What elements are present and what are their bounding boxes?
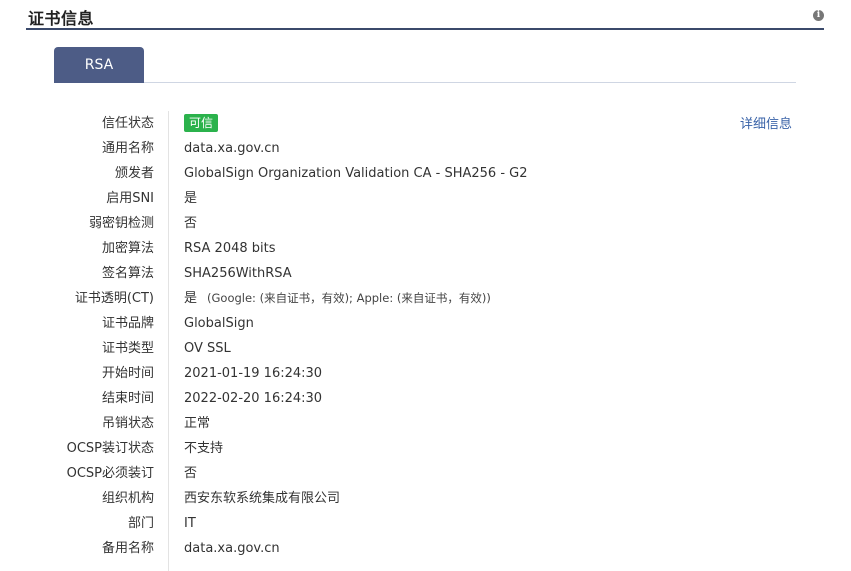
row-ocsp-stapling: OCSP装订状态 不支持 <box>54 436 744 461</box>
row-common-name: 通用名称 data.xa.gov.cn <box>54 136 744 161</box>
row-department: 部门 IT <box>54 511 744 536</box>
brand-value: GlobalSign <box>184 316 254 331</box>
row-organization: 组织机构 西安东软系统集成有限公司 <box>54 486 744 511</box>
signature-label: 签名算法 <box>101 266 154 281</box>
ct-value: 是 <box>184 291 198 306</box>
start-time-label: 开始时间 <box>101 366 154 381</box>
common-name-value: data.xa.gov.cn <box>184 141 280 156</box>
trusted-badge: 可信 <box>184 113 219 132</box>
sni-label: 启用SNI <box>106 191 154 206</box>
page-title: 证书信息 <box>28 9 95 28</box>
encryption-value: RSA 2048 bits <box>184 241 276 256</box>
certificate-info-table: 信任状态 可信 通用名称 data.xa.gov.cn 颁发者 GlobalSi… <box>54 111 744 571</box>
row-brand: 证书品牌 GlobalSign <box>54 311 744 336</box>
row-signature: 签名算法 SHA256WithRSA <box>54 261 744 286</box>
start-time-value: 2021-01-19 16:24:30 <box>184 366 323 381</box>
row-encryption: 加密算法 RSA 2048 bits <box>54 236 744 261</box>
row-weak-key: 弱密钥检测 否 <box>54 211 744 236</box>
common-name-label: 通用名称 <box>101 141 154 156</box>
alt-name-value: data.xa.gov.cn <box>184 541 280 556</box>
brand-label: 证书品牌 <box>101 316 154 331</box>
row-sni: 启用SNI 是 <box>54 186 744 211</box>
ocsp-stapling-value: 不支持 <box>184 441 224 456</box>
ocsp-must-staple-label: OCSP必须装订 <box>66 466 154 481</box>
end-time-label: 结束时间 <box>101 391 154 406</box>
tab-rsa[interactable]: RSA <box>54 47 144 83</box>
revocation-label: 吊销状态 <box>101 416 154 431</box>
section-header: 证书信息 i <box>26 0 824 30</box>
trust-status-value: 可信 <box>184 111 219 136</box>
organization-label: 组织机构 <box>101 491 154 506</box>
ct-note: (Google: (来自证书，有效); Apple: (来自证书，有效)) <box>207 291 491 305</box>
issuer-value: GlobalSign Organization Validation CA - … <box>184 166 528 181</box>
ocsp-stapling-label: OCSP装订状态 <box>66 441 154 456</box>
department-value: IT <box>184 516 196 531</box>
department-label: 部门 <box>127 516 154 531</box>
ct-label: 证书透明(CT) <box>74 291 154 306</box>
weak-key-label: 弱密钥检测 <box>88 216 154 231</box>
info-icon[interactable]: i <box>813 10 824 21</box>
revocation-value: 正常 <box>184 416 211 431</box>
end-time-value: 2022-02-20 16:24:30 <box>184 391 323 406</box>
weak-key-value: 否 <box>184 216 198 231</box>
details-link[interactable]: 详细信息 <box>740 113 792 132</box>
signature-value: SHA256WithRSA <box>184 266 292 281</box>
row-type: 证书类型 OV SSL <box>54 336 744 361</box>
ct-value-wrap: 是 (Google: (来自证书，有效); Apple: (来自证书，有效)) <box>184 286 491 311</box>
row-issuer: 颁发者 GlobalSign Organization Validation C… <box>54 161 744 186</box>
type-label: 证书类型 <box>101 341 154 356</box>
row-ct: 证书透明(CT) 是 (Google: (来自证书，有效); Apple: (来自… <box>54 286 744 311</box>
issuer-label: 颁发者 <box>114 166 154 181</box>
row-end-time: 结束时间 2022-02-20 16:24:30 <box>54 386 744 411</box>
row-ocsp-must-staple: OCSP必须装订 否 <box>54 461 744 486</box>
encryption-label: 加密算法 <box>101 241 154 256</box>
row-alt-name: 备用名称 data.xa.gov.cn <box>54 536 744 561</box>
row-start-time: 开始时间 2021-01-19 16:24:30 <box>54 361 744 386</box>
organization-value: 西安东软系统集成有限公司 <box>184 491 341 506</box>
trust-status-label: 信任状态 <box>101 116 154 131</box>
row-revocation: 吊销状态 正常 <box>54 411 744 436</box>
row-trust-status: 信任状态 可信 <box>54 111 744 136</box>
ocsp-must-staple-value: 否 <box>184 466 198 481</box>
alt-name-label: 备用名称 <box>101 541 154 556</box>
sni-value: 是 <box>184 191 198 206</box>
tab-bar: RSA <box>54 47 796 83</box>
type-value: OV SSL <box>184 341 231 356</box>
